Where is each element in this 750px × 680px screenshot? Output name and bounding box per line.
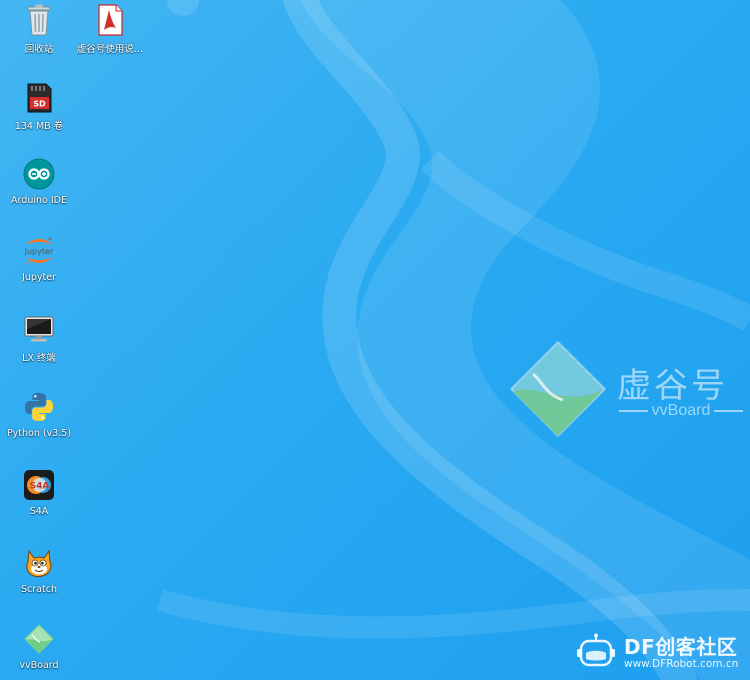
s4a-icon: S4A — [21, 467, 57, 503]
trash-icon — [21, 2, 57, 38]
watermark-text: DF创客社区 www.DFRobot.com.cn — [624, 636, 738, 671]
vvboard-logo-icon — [510, 341, 606, 437]
desktop-icon-s4a[interactable]: S4A S4A — [1, 467, 77, 539]
desktop-icon-label: Jupyter — [22, 272, 56, 283]
pdf-document-icon — [92, 2, 128, 38]
robot-logo-icon — [577, 633, 615, 667]
watermark-url: www.DFRobot.com.cn — [624, 657, 739, 670]
desktop-icon-label: Arduino IDE — [11, 195, 67, 206]
terminal-icon — [21, 311, 57, 347]
desktop-icon-label: vvBoard — [19, 660, 59, 671]
sd-card-icon: SD — [21, 79, 57, 115]
desktop-icon-label: LX 终端 — [22, 353, 56, 364]
brand-divider — [714, 410, 744, 412]
desktop-icon-label: Python (v3.5) — [6, 428, 72, 439]
s4a-logo-text: S4A — [30, 482, 50, 492]
python-icon — [21, 389, 57, 425]
desktop-icon-jupyter[interactable]: jupyter Jupyter — [1, 233, 77, 305]
desktop-icon-python[interactable]: Python (v3.5) — [1, 389, 77, 461]
sd-card-badge: SD — [33, 100, 46, 109]
desktop-icon-arduino[interactable]: Arduino IDE — [1, 156, 77, 228]
desktop-icon-scratch[interactable]: Scratch — [1, 545, 77, 617]
desktop-icon-sd-volume[interactable]: SD 134 MB 卷 — [1, 79, 77, 151]
desktop-icon-label: 虚谷号使用说… — [76, 44, 144, 55]
desktop[interactable]: 回收站 虚谷号使用说… SD 134 MB 卷 Arduino IDE jupy… — [0, 0, 750, 680]
desktop-icon-label: S4A — [29, 506, 49, 517]
dfrobot-watermark: DF创客社区 www.DFRobot.com.cn — [576, 630, 750, 676]
brand-subtitle-text: vvBoard — [651, 402, 711, 419]
desktop-icon-label: Scratch — [21, 584, 57, 595]
desktop-icon-label: 134 MB 卷 — [14, 121, 64, 132]
scratch-cat-icon — [21, 545, 57, 581]
brand-subtitle: vvBoard — [619, 402, 744, 420]
brand-title: 虚谷号 — [617, 366, 728, 406]
desktop-icon-label: 回收站 — [24, 44, 54, 55]
watermark-title: DF创客社区 — [624, 634, 738, 659]
brand-divider — [619, 410, 648, 412]
desktop-icon-terminal[interactable]: LX 终端 — [1, 311, 77, 383]
vvboard-icon — [21, 621, 57, 657]
desktop-icon-vvboard[interactable]: vvBoard — [1, 621, 77, 680]
jupyter-icon: jupyter — [21, 233, 57, 269]
jupyter-logo-text: jupyter — [24, 247, 54, 256]
arduino-icon — [21, 156, 57, 192]
desktop-icon-trash[interactable]: 回收站 — [1, 2, 77, 74]
desktop-icon-manual[interactable]: 虚谷号使用说… — [72, 2, 148, 74]
wallpaper-brand: 虚谷号 vvBoard — [505, 336, 750, 446]
